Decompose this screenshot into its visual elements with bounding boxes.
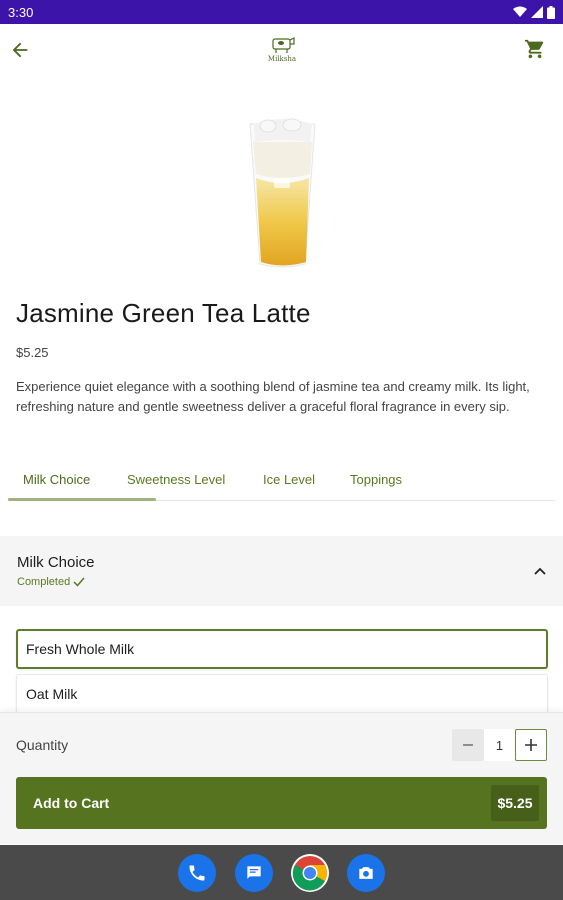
section-status: Completed (17, 576, 85, 588)
brand-logo: Milksha (262, 34, 302, 66)
plus-icon (525, 739, 537, 751)
add-to-cart-label: Add to Cart (33, 795, 110, 811)
add-to-cart-button[interactable]: Add to Cart $5.25 (16, 777, 547, 829)
bottom-panel: Quantity 1 Add to Cart $5.25 (0, 712, 563, 844)
decrement-button[interactable] (452, 729, 484, 761)
add-to-cart-price: $5.25 (491, 785, 539, 821)
section-title: Milk Choice (17, 554, 95, 571)
tab-indicator (8, 498, 156, 501)
quantity-value: 1 (484, 729, 515, 761)
tab-milk-choice[interactable]: Milk Choice (23, 458, 90, 500)
cart-button[interactable] (524, 38, 548, 62)
option-fresh-whole-milk[interactable]: Fresh Whole Milk (16, 629, 548, 669)
product-image (240, 112, 325, 272)
increment-button[interactable] (515, 729, 547, 761)
milk-choice-section-header[interactable]: Milk Choice Completed (0, 536, 563, 606)
phone-icon[interactable] (178, 854, 216, 892)
check-icon (73, 577, 85, 587)
status-bar: 3:30 (0, 0, 563, 24)
quantity-label: Quantity (16, 737, 69, 753)
wifi-icon (513, 6, 527, 17)
logo-text: Milksha (267, 55, 297, 63)
product-price: $5.25 (16, 345, 49, 360)
product-title: Jasmine Green Tea Latte (16, 298, 311, 328)
minus-icon (463, 744, 473, 746)
camera-icon[interactable] (347, 854, 385, 892)
back-button[interactable] (6, 36, 34, 64)
battery-icon (547, 5, 555, 19)
product-description: Experience quiet elegance with a soothin… (16, 379, 530, 414)
chrome-icon[interactable] (291, 854, 329, 892)
tab-sweetness-level[interactable]: Sweetness Level (127, 458, 225, 500)
app-bar: Milksha (0, 24, 563, 76)
messages-icon[interactable] (235, 854, 273, 892)
chevron-up-icon[interactable] (532, 564, 548, 580)
system-nav-bar (0, 845, 563, 900)
quantity-stepper: 1 (452, 729, 547, 761)
status-time: 3:30 (8, 4, 34, 20)
signal-icon (531, 6, 543, 18)
section-status-label: Completed (17, 576, 71, 588)
arrow-back-icon (12, 42, 28, 58)
status-icons (513, 5, 555, 19)
cow-logo-icon (272, 37, 295, 53)
shopping-cart-icon (524, 39, 544, 59)
customization-tabs: Milk Choice Sweetness Level Ice Level To… (8, 458, 555, 501)
tab-ice-level[interactable]: Ice Level (263, 458, 315, 500)
option-oat-milk[interactable]: Oat Milk (16, 674, 548, 714)
tab-toppings[interactable]: Toppings (350, 458, 402, 500)
